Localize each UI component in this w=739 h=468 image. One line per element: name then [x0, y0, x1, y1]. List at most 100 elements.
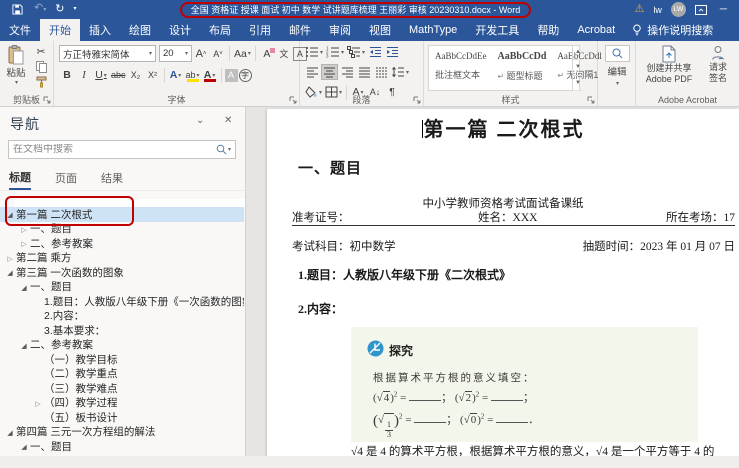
doc-exam-info-row[interactable]: 考试科目：初中数学 抽题时间：2023 年 01 月 07 日 [292, 238, 735, 254]
align-right-icon[interactable] [339, 64, 355, 80]
style-card[interactable]: AaBbCcDdEe 批注框文本 [429, 46, 492, 90]
underline-button[interactable]: U▾ [93, 67, 109, 83]
doc-title[interactable]: 第一篇 二次根式 [267, 113, 739, 142]
font-name-combo[interactable]: 方正特雅宋简体▾ [59, 45, 156, 62]
nav-tree-item[interactable]: 1.题目：人教版八年级下册《一次函数的图象》 [0, 294, 244, 309]
increase-indent-icon[interactable] [384, 44, 400, 60]
nav-tree-item[interactable]: 2.内容： [0, 309, 244, 324]
tab-layout[interactable]: 布局 [200, 19, 240, 41]
grow-font-button[interactable]: A˄ [193, 46, 209, 62]
change-case-button[interactable]: Aa▾ [233, 46, 252, 62]
paragraph-dialog-launcher[interactable] [413, 96, 421, 104]
expand-icon[interactable] [4, 426, 16, 438]
doc-item2[interactable]: 2.内容： [298, 300, 343, 317]
format-painter-icon[interactable] [33, 75, 49, 88]
decrease-indent-icon[interactable] [367, 44, 383, 60]
save-icon[interactable] [9, 2, 25, 18]
paste-button[interactable]: 粘贴 ▾ [3, 45, 29, 86]
clipboard-dialog-launcher[interactable] [43, 96, 51, 104]
font-size-combo[interactable]: 20▾ [159, 45, 192, 62]
tab-design[interactable]: 设计 [160, 19, 200, 41]
expand-icon[interactable] [18, 440, 30, 452]
expand-icon[interactable] [18, 339, 30, 351]
highlight-button[interactable]: ab▾ [185, 67, 201, 83]
justify-icon[interactable] [356, 64, 372, 80]
nav-tab-headings[interactable]: 标题 [9, 166, 31, 190]
nav-tab-results[interactable]: 结果 [101, 166, 123, 190]
nav-tree-item[interactable]: 第四篇 三元一次方程组的解法 [0, 425, 244, 440]
search-input[interactable] [13, 144, 216, 155]
textbook-explore-box[interactable]: 探究 根据算术平方根的意义填空： (√4)2 = ； (√2)2 = ； (√1… [351, 327, 698, 442]
undo-icon[interactable]: ↶▾ [34, 3, 46, 16]
nav-tree-item[interactable]: 一、题目 [0, 439, 244, 454]
tab-mathtype[interactable]: MathType [400, 19, 466, 41]
doc-exam-fields-row[interactable]: 准考证号： 姓名：XXX 所在考场：17 [292, 209, 735, 226]
subscript-button[interactable]: X₂ [128, 67, 144, 83]
document-page[interactable]: 第一篇 二次根式 一、题目 中小学教师资格考试面试备课纸 准考证号： 姓名：XX… [267, 109, 739, 468]
scroll-up-icon[interactable]: ▲ [573, 45, 583, 60]
copy-icon[interactable] [33, 60, 49, 73]
enclose-characters-button[interactable]: 字 [239, 69, 252, 82]
style-card[interactable]: AaBbCcDd 题型标题 [492, 46, 552, 90]
collapse-icon[interactable] [4, 252, 16, 264]
nav-tree-item[interactable]: 第一篇 二次根式 [0, 207, 244, 222]
nav-tree-item[interactable]: 一、题目 [0, 222, 244, 237]
collapse-icon[interactable] [18, 237, 30, 249]
bold-button[interactable]: B [59, 67, 75, 83]
nav-tree-item[interactable]: （二）教学重点 [0, 367, 244, 382]
text-effects-button[interactable]: A▾ [168, 67, 184, 83]
nav-tree-item[interactable]: （五）板书设计 [0, 410, 244, 425]
styles-more-icon[interactable]: ▼ [573, 76, 583, 91]
styles-dialog-launcher[interactable] [587, 96, 595, 104]
tell-me-search[interactable]: 操作说明搜索 [624, 19, 721, 41]
numbering-icon[interactable]: 123▾ [325, 44, 345, 60]
scroll-down-icon[interactable]: ▼ [573, 60, 583, 75]
tab-review[interactable]: 审阅 [320, 19, 360, 41]
doc-item1[interactable]: 1.题目：人教版八年级下册《二次根式》 [298, 266, 511, 283]
qat-more-icon[interactable]: ▾ [73, 4, 76, 15]
cut-icon[interactable]: ✂ [33, 45, 49, 58]
tab-help[interactable]: 帮助 [528, 19, 568, 41]
chevron-down-icon[interactable]: ▾ [228, 146, 231, 153]
tab-draw[interactable]: 绘图 [120, 19, 160, 41]
font-color-button[interactable]: A▾ [202, 67, 218, 83]
chevron-down-icon[interactable]: ⌄ [196, 115, 204, 126]
redo-icon[interactable]: ↻ [55, 4, 64, 15]
character-shading-button[interactable]: A [225, 69, 238, 82]
create-share-pdf-button[interactable]: 创建并共享 Adobe PDF [640, 45, 698, 85]
expand-icon[interactable] [4, 208, 16, 220]
tab-file[interactable]: 文件 [0, 19, 40, 41]
expand-icon[interactable] [18, 281, 30, 293]
avatar[interactable]: LW [671, 2, 686, 17]
search-icon[interactable] [216, 144, 227, 155]
bullets-icon[interactable]: ▾ [304, 44, 324, 60]
tab-view[interactable]: 视图 [360, 19, 400, 41]
strikethrough-button[interactable]: abc [110, 67, 127, 83]
nav-tree-item[interactable]: （四）教学过程 [0, 396, 244, 411]
clear-formatting-button[interactable]: A [259, 46, 275, 62]
tab-insert[interactable]: 插入 [80, 19, 120, 41]
nav-tree-item[interactable]: （三）教学难点 [0, 381, 244, 396]
ribbon-display-icon[interactable] [695, 5, 707, 15]
tab-acrobat[interactable]: Acrobat [568, 19, 624, 41]
italic-button[interactable]: I [76, 67, 92, 83]
tab-mailings[interactable]: 邮件 [280, 19, 320, 41]
editing-button[interactable]: 编辑 ▾ [602, 45, 632, 87]
close-icon[interactable]: ✕ [224, 115, 232, 126]
collapse-icon[interactable] [32, 397, 44, 409]
line-spacing-icon[interactable]: ▾ [390, 64, 410, 80]
nav-tab-pages[interactable]: 页面 [55, 166, 77, 190]
doc-section-heading[interactable]: 一、题目 [298, 157, 362, 178]
tab-references[interactable]: 引用 [240, 19, 280, 41]
warning-icon[interactable]: ⚠ [635, 4, 645, 15]
nav-tree-item[interactable]: 二、参考教案 [0, 236, 244, 251]
collapse-icon[interactable] [18, 223, 30, 235]
distribute-icon[interactable] [373, 64, 389, 80]
request-signatures-button[interactable]: 请求 签名 [700, 45, 736, 84]
nav-tree-item[interactable]: 一、题目 [0, 280, 244, 295]
minimize-icon[interactable]: ─ [716, 4, 731, 15]
expand-icon[interactable] [4, 266, 16, 278]
tab-home[interactable]: 开始 [40, 19, 80, 41]
shrink-font-button[interactable]: A˅ [210, 46, 226, 62]
multilevel-list-icon[interactable]: ▾ [346, 44, 366, 60]
